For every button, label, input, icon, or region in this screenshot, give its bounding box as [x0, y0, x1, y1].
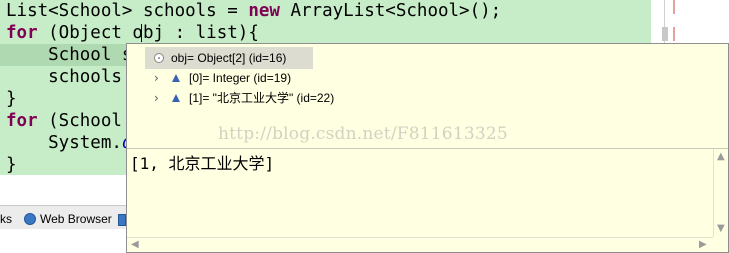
- code-token: }: [6, 89, 17, 109]
- code-token: schools.: [6, 67, 133, 87]
- code-token: new: [248, 1, 280, 21]
- code-line-6: for (School: [6, 110, 122, 132]
- code-line-4: schools.: [6, 66, 132, 88]
- code-line-8: }: [6, 154, 17, 175]
- code-line-2: for (Object obj : list){: [6, 22, 259, 44]
- horizontal-scrollbar[interactable]: ◀ ▶: [127, 237, 713, 252]
- circle-variable-icon: [154, 53, 164, 63]
- code-token: }: [6, 155, 17, 175]
- code-line-3: School s: [6, 44, 132, 66]
- detail-value: [1, 北京工业大学]: [130, 154, 275, 173]
- tree-child-1-label: [1]= "北京工业大学" (id=22): [189, 91, 335, 105]
- field-icon: [172, 74, 180, 82]
- scroll-down-arrow-icon[interactable]: ▼: [717, 223, 725, 235]
- detail-pane[interactable]: [1, 北京工业大学]: [127, 149, 713, 237]
- globe-icon: [24, 213, 36, 225]
- tab-partial-label: ks: [0, 212, 12, 226]
- code-token: (Object obj : list){: [37, 23, 259, 43]
- field-icon: [172, 94, 180, 102]
- chevron-right-icon[interactable]: ›: [154, 88, 159, 108]
- code-token: School s: [6, 45, 133, 65]
- debug-hover-popup[interactable]: obj= Object[2] (id=16) › [0]= Integer (i…: [126, 43, 729, 253]
- scroll-left-arrow-icon[interactable]: ◀: [131, 239, 139, 251]
- ruler-annotation-mark[interactable]: [673, 0, 675, 14]
- code-token: for: [6, 111, 38, 131]
- tree-row-root[interactable]: obj= Object[2] (id=16): [127, 48, 427, 68]
- tab-web-browser-label: Web Browser: [40, 212, 112, 226]
- tab-partial[interactable]: ks: [0, 210, 12, 228]
- code-token: ArrayList<School>();: [279, 1, 502, 21]
- tree-row-child-1[interactable]: › [1]= "北京工业大学" (id=22): [127, 88, 427, 108]
- code-line-1: List<School> schools = new ArrayList<Sch…: [6, 0, 501, 22]
- scroll-right-arrow-icon[interactable]: ▶: [699, 239, 707, 251]
- ruler-marker[interactable]: [662, 27, 668, 41]
- code-token: (School: [37, 111, 122, 131]
- scroll-up-arrow-icon[interactable]: ▲: [717, 151, 725, 163]
- chevron-right-icon[interactable]: ›: [154, 68, 159, 88]
- vertical-scrollbar[interactable]: ▲ ▼: [713, 149, 728, 237]
- code-line-7: System.o: [6, 132, 132, 154]
- code-token: for: [6, 23, 38, 43]
- variable-tree[interactable]: obj= Object[2] (id=16) › [0]= Integer (i…: [127, 44, 728, 149]
- ruler-annotation-mark[interactable]: [673, 27, 675, 41]
- watermark-text: http://blog.csdn.net/F811613325: [218, 124, 508, 144]
- view-icon[interactable]: [118, 214, 126, 226]
- text-caret: [141, 24, 142, 42]
- code-line-5: }: [6, 88, 17, 110]
- code-token: System.: [6, 133, 122, 153]
- tree-child-0-label: [0]= Integer (id=19): [189, 71, 292, 85]
- code-token: List<School> schools =: [6, 1, 249, 21]
- tree-row-child-0[interactable]: › [0]= Integer (id=19): [127, 68, 427, 88]
- tree-root-label: obj= Object[2] (id=16): [171, 51, 287, 65]
- tab-web-browser[interactable]: Web Browser: [24, 210, 112, 228]
